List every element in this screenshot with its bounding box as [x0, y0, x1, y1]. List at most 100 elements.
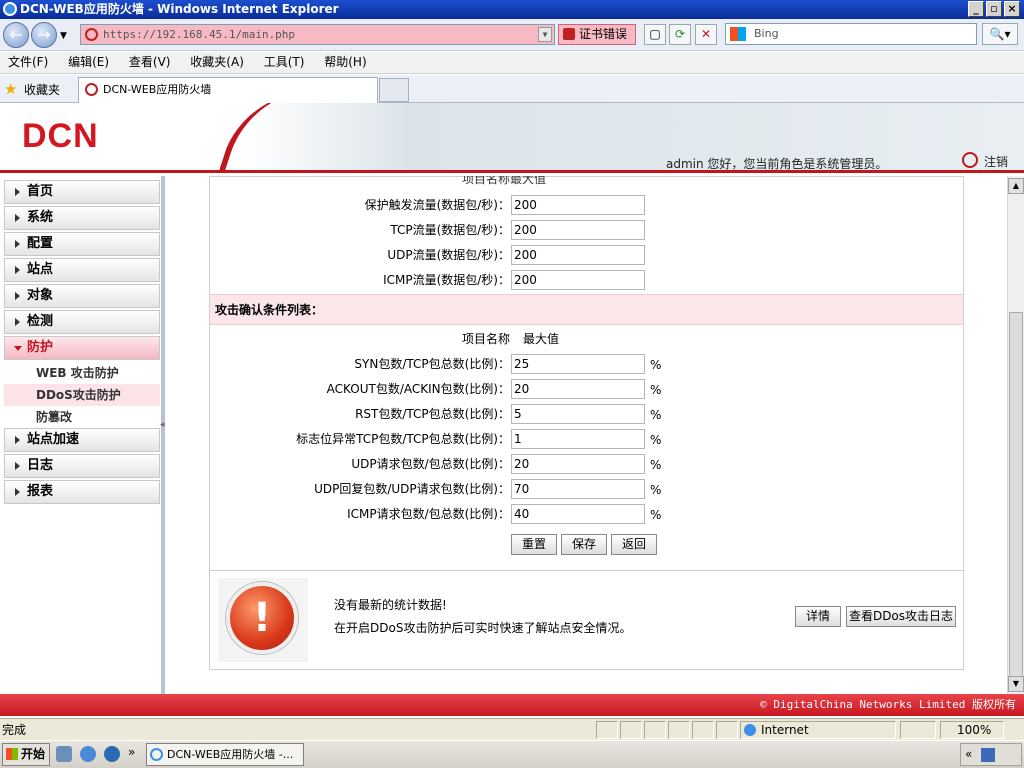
maximize-button[interactable]: ▫ — [986, 1, 1002, 17]
shield-error-icon — [563, 28, 575, 40]
icmp-request-ratio-input[interactable] — [511, 504, 645, 524]
start-label: 开始 — [21, 747, 46, 761]
reset-button[interactable]: 重置 — [511, 534, 557, 555]
logout-icon[interactable] — [962, 152, 978, 168]
field-label: SYN包数/TCP包总数(比例)： — [354, 357, 510, 371]
zoom-level: 100% — [957, 723, 992, 737]
taskbar-item-ie[interactable]: DCN-WEB应用防火墙 -... — [146, 743, 304, 766]
menu-help[interactable]: 帮助(H) — [316, 52, 374, 73]
close-window-button[interactable]: × — [1004, 1, 1020, 17]
arrow-down-icon — [14, 346, 22, 351]
menu-file[interactable]: 文件(F) — [0, 52, 56, 73]
address-input[interactable]: https://192.168.45.1/main.php ▼ — [80, 24, 555, 45]
sidebar-subitem-anti-tamper[interactable]: 防篡改 — [4, 406, 160, 428]
syn-ratio-input[interactable] — [511, 354, 645, 374]
view-ddos-log-button[interactable]: 查看DDos攻击日志 — [846, 606, 956, 627]
details-button[interactable]: 详情 — [795, 606, 841, 627]
menu-edit[interactable]: 编辑(E) — [60, 52, 117, 73]
scroll-thumb[interactable] — [1009, 312, 1023, 682]
search-placeholder: Bing — [754, 27, 779, 40]
back-button[interactable]: ← — [3, 22, 29, 48]
app-header: DCN admin 您好，您当前角色是系统管理员。 注销 — [0, 103, 1024, 173]
back-button-form[interactable]: 返回 — [611, 534, 657, 555]
vertical-scrollbar[interactable]: ▲ ▼ — [1007, 176, 1024, 694]
quicklaunch-desktop-icon[interactable] — [56, 746, 72, 762]
tray-expand-icon[interactable]: « — [965, 747, 972, 761]
sidebar-item-detect[interactable]: 检测 — [4, 310, 160, 334]
new-tab-button[interactable] — [379, 78, 409, 102]
cert-error-button[interactable]: 证书错误 — [558, 24, 636, 45]
sidebar-item-object[interactable]: 对象 — [4, 284, 160, 308]
scroll-up-icon[interactable]: ▲ — [1008, 178, 1024, 194]
cert-error-label: 证书错误 — [579, 27, 628, 41]
sidebar-item-report[interactable]: 报表 — [4, 480, 160, 504]
protected-mode-icon[interactable] — [900, 721, 936, 739]
forward-button[interactable]: → — [31, 22, 57, 48]
percent-unit: % — [650, 383, 662, 397]
sidebar-item-config[interactable]: 配置 — [4, 232, 160, 256]
section-title: 攻击确认条件列表： — [210, 294, 963, 325]
logout-link[interactable]: 注销 — [984, 153, 1008, 170]
udp-reply-ratio-input[interactable] — [511, 479, 645, 499]
history-dropdown-icon[interactable]: ▼ — [60, 31, 67, 41]
menu-tools[interactable]: 工具(T) — [256, 52, 313, 73]
status-cell-2 — [620, 721, 642, 739]
quicklaunch-media-icon[interactable] — [104, 746, 120, 762]
ie-logo-icon — [3, 2, 17, 16]
abnormal-flag-ratio-input[interactable] — [511, 429, 645, 449]
windows-flag-icon — [6, 748, 18, 760]
sidebar-subitem-web-protect[interactable]: WEB 攻击防护 — [4, 362, 160, 384]
column-header-max: 最大值 — [523, 332, 560, 346]
sidebar-item-site[interactable]: 站点 — [4, 258, 160, 282]
refresh-icon[interactable]: ⟳ — [669, 24, 691, 45]
menu-view[interactable]: 查看(V) — [121, 52, 179, 73]
search-input[interactable]: Bing — [725, 23, 977, 45]
favorites-button[interactable]: 收藏夹 — [24, 81, 60, 98]
start-button[interactable]: 开始 — [2, 743, 50, 766]
protect-trigger-input[interactable] — [511, 195, 645, 215]
sidebar-collapse-handle[interactable]: ◂ — [160, 420, 165, 430]
bing-logo-icon — [730, 27, 746, 41]
rst-ratio-input[interactable] — [511, 404, 645, 424]
column-header-name: 项目名称 — [462, 332, 511, 346]
zoom-control[interactable]: 100% — [940, 721, 1004, 739]
system-tray: « — [960, 743, 1022, 766]
arrow-right-icon — [15, 436, 20, 444]
sidebar-item-accel[interactable]: 站点加速 — [4, 428, 160, 452]
quicklaunch-ie-icon[interactable] — [80, 746, 96, 762]
sidebar-item-home[interactable]: 首页 — [4, 180, 160, 204]
udp-flow-input[interactable] — [511, 245, 645, 265]
menu-favorites[interactable]: 收藏夹(A) — [182, 52, 252, 73]
quicklaunch-more-icon[interactable]: » — [128, 745, 135, 759]
status-cell-4 — [668, 721, 690, 739]
search-button[interactable]: 🔍▾ — [982, 23, 1018, 45]
stop-icon[interactable]: ✕ — [695, 24, 717, 45]
sidebar-item-label: 对象 — [27, 288, 54, 303]
minimize-button[interactable]: _ — [968, 1, 984, 17]
sidebar-subitem-ddos-protect[interactable]: DDoS攻击防护 — [4, 384, 160, 406]
sidebar-item-log[interactable]: 日志 — [4, 454, 160, 478]
tray-network-icon[interactable] — [981, 748, 995, 762]
blocked-icon[interactable] — [716, 721, 738, 739]
browser-tab[interactable]: DCN-WEB应用防火墙 — [78, 77, 378, 103]
tcp-flow-input[interactable] — [511, 220, 645, 240]
address-dropdown-icon[interactable]: ▼ — [538, 27, 552, 42]
save-button[interactable]: 保存 — [561, 534, 607, 555]
site-favicon-icon — [85, 28, 98, 41]
ddos-config-panel: 项目名称最大值 保护触发流量(数据包/秒)： TCP流量(数据包/秒)： UDP… — [209, 176, 964, 670]
icmp-flow-input[interactable] — [511, 270, 645, 290]
menu-bar: 文件(F) 编辑(E) 查看(V) 收藏夹(A) 工具(T) 帮助(H) — [0, 52, 1024, 74]
sidebar-item-label: 日志 — [27, 458, 54, 473]
sidebar-item-system[interactable]: 系统 — [4, 206, 160, 230]
arrow-right-icon — [15, 292, 20, 300]
scroll-down-icon[interactable]: ▼ — [1008, 676, 1024, 692]
udp-request-ratio-input[interactable] — [511, 454, 645, 474]
ackout-ratio-input[interactable] — [511, 379, 645, 399]
sidebar-item-protect[interactable]: 防护 — [4, 336, 160, 360]
confirm-row: UDP回复包数/UDP请求包数(比例)： — [210, 479, 510, 499]
field-label: TCP流量(数据包/秒)： — [390, 223, 510, 237]
favorites-star-icon[interactable]: ★ — [4, 80, 17, 98]
sidebar-item-label: 检测 — [27, 314, 54, 329]
percent-unit: % — [650, 508, 662, 522]
compat-view-icon[interactable]: ▢ — [644, 24, 666, 45]
